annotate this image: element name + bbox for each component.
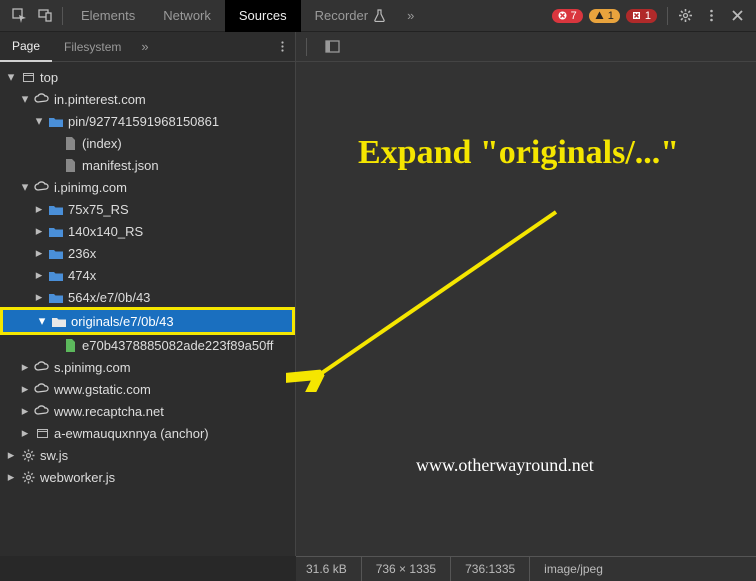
cloud-icon	[34, 403, 50, 419]
subtabs-more-icon[interactable]	[269, 34, 295, 60]
status-ratio: 736:1335	[450, 557, 529, 581]
more-icon[interactable]	[698, 3, 724, 29]
cloud-icon	[34, 179, 50, 195]
tab-network[interactable]: Network	[149, 0, 225, 32]
cloud-icon	[34, 359, 50, 375]
tree-node-domain[interactable]: ▾ in.pinterest.com	[0, 88, 295, 110]
tree-node-originals[interactable]: ▾ originals/e7/0b/43	[3, 310, 292, 332]
flask-icon	[374, 9, 385, 22]
settings-icon[interactable]	[672, 3, 698, 29]
folder-icon	[48, 289, 64, 305]
tree-node-domain[interactable]: ▸ s.pinimg.com	[0, 356, 295, 378]
inspect-icon[interactable]	[6, 3, 32, 29]
cloud-icon	[34, 91, 50, 107]
show-navigator-icon[interactable]	[319, 34, 345, 60]
tree-node-top[interactable]: ▾ top	[0, 66, 295, 88]
tree-node-anchor[interactable]: ▸ a-ewmauquxnnya (anchor)	[0, 422, 295, 444]
tree-node-domain[interactable]: ▸ www.gstatic.com	[0, 378, 295, 400]
file-tree: ▾ top ▾ in.pinterest.com ▾ pin/927741591…	[0, 62, 295, 556]
close-icon[interactable]	[724, 3, 750, 29]
gear-icon	[20, 469, 36, 485]
folder-icon	[48, 201, 64, 217]
subtab-page[interactable]: Page	[0, 32, 52, 62]
image-file-icon	[62, 337, 78, 353]
tree-node-folder[interactable]: ▸ 236x	[0, 242, 295, 264]
status-mime: image/jpeg	[529, 557, 617, 581]
gear-icon	[20, 447, 36, 463]
tree-node-domain[interactable]: ▾ i.pinimg.com	[0, 176, 295, 198]
tree-node-folder[interactable]: ▸ 75x75_RS	[0, 198, 295, 220]
watermark: www.otherwayround.net	[416, 455, 594, 476]
tab-elements[interactable]: Elements	[67, 0, 149, 32]
folder-icon	[48, 267, 64, 283]
tree-node-folder[interactable]: ▸ 474x	[0, 264, 295, 286]
tab-sources[interactable]: Sources	[225, 0, 301, 32]
tree-node-worker[interactable]: ▸ sw.js	[0, 444, 295, 466]
folder-icon	[48, 245, 64, 261]
tree-node-folder[interactable]: ▸ 564x/e7/0b/43	[0, 286, 295, 308]
tabs-overflow-icon[interactable]: »	[399, 8, 422, 23]
subtabs-overflow-icon[interactable]: »	[133, 39, 156, 54]
cloud-icon	[34, 381, 50, 397]
status-size: 31.6 kB	[306, 557, 361, 581]
highlight-originals: ▾ originals/e7/0b/43	[0, 307, 295, 335]
tree-node-folder[interactable]: ▾ pin/927741591968150861	[0, 110, 295, 132]
warning-badge[interactable]: 1	[589, 9, 620, 23]
subtab-filesystem[interactable]: Filesystem	[52, 32, 133, 62]
file-icon	[62, 135, 78, 151]
tree-node-domain[interactable]: ▸ www.recaptcha.net	[0, 400, 295, 422]
tree-node-worker[interactable]: ▸ webworker.js	[0, 466, 295, 488]
annotation-arrow	[286, 182, 576, 392]
tree-node-file[interactable]: (index)	[0, 132, 295, 154]
tree-node-folder[interactable]: ▸ 140x140_RS	[0, 220, 295, 242]
devtools-tabs: Elements Network Sources Recorder »	[67, 0, 422, 32]
status-bar: 31.6 kB 736 × 1335 736:1335 image/jpeg	[296, 556, 756, 581]
tab-recorder[interactable]: Recorder	[301, 0, 399, 32]
tree-node-file[interactable]: e70b4378885082ade223f89a50ff	[0, 334, 295, 356]
issues-badge[interactable]: 1	[626, 9, 657, 23]
error-badge[interactable]: 7	[552, 9, 583, 23]
folder-icon	[48, 223, 64, 239]
tree-node-file[interactable]: manifest.json	[0, 154, 295, 176]
folder-icon	[51, 313, 67, 329]
status-dimensions: 736 × 1335	[361, 557, 450, 581]
device-toggle-icon[interactable]	[32, 3, 58, 29]
file-icon	[62, 157, 78, 173]
folder-icon	[48, 113, 64, 129]
annotation-text: Expand "originals/..."	[358, 134, 679, 172]
